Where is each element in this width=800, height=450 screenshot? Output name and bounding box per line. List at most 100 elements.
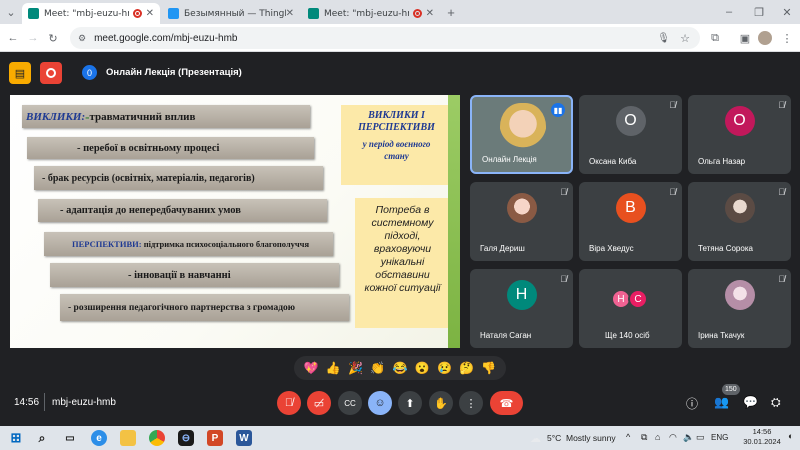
tab-thinglink[interactable]: Безымянный — ThingLink ✕ — [162, 3, 300, 24]
slide-line-6: - інновації в навчанні — [50, 263, 339, 287]
back-icon[interactable]: ← — [6, 31, 20, 45]
challenges-label: ВИКЛИКИ: — [26, 110, 86, 123]
site-info-icon[interactable]: ⚙ — [78, 33, 86, 44]
participant-tile[interactable]: 🎙̸ О Оксана Киба — [579, 95, 682, 174]
line-text: підтримка психосоціального благополуччя — [143, 239, 310, 249]
info-icon[interactable]: ⓘ — [686, 395, 698, 412]
tab-meet-2[interactable]: Meet: "mbj-euzu-hmb" ✕ — [302, 3, 440, 24]
mic-toggle-button[interactable]: 🎙̸ — [277, 391, 301, 415]
tray-chevron-icon[interactable]: ^ — [626, 432, 630, 442]
camera-toggle-button[interactable]: ▭̸ — [307, 391, 331, 415]
close-window-icon[interactable]: ✕ — [780, 5, 794, 19]
maximize-icon[interactable]: ❐ — [752, 5, 766, 19]
close-tab-icon[interactable]: ✕ — [146, 8, 154, 19]
clock[interactable]: 14:56 30.01.2024 — [739, 427, 785, 447]
reaction-thinking[interactable]: 🤔 — [459, 361, 474, 375]
volume-icon[interactable]: 🔈 — [683, 432, 694, 443]
meet-tray-icon[interactable]: ⧉ — [641, 432, 647, 443]
participant-tile[interactable]: 🎙̸ Галя Дериш — [470, 182, 573, 261]
close-tab-icon[interactable]: ✕ — [286, 8, 294, 19]
minimize-icon[interactable]: – — [722, 5, 736, 19]
bookmark-star-icon[interactable]: ☆ — [680, 32, 690, 45]
battery-icon[interactable]: ▭ — [696, 432, 705, 443]
tab-meet-1[interactable]: Meet: "mbj-euzu-hmb" ✕ — [22, 3, 160, 24]
chrome-icon[interactable] — [149, 430, 165, 446]
presenter-badge: 0 — [82, 65, 97, 80]
raise-hand-button[interactable]: ✋ — [429, 391, 453, 415]
participants-count-badge: 150 — [722, 384, 740, 395]
wifi-icon[interactable]: ◠ — [669, 432, 677, 443]
profile-avatar[interactable] — [758, 31, 772, 45]
reaction-sad[interactable]: 😢 — [437, 361, 452, 375]
meet-favicon-icon — [28, 8, 39, 19]
extensions-icon[interactable]: ⧉ — [708, 31, 722, 45]
edge-icon[interactable]: e — [91, 430, 107, 446]
menu-icon[interactable]: ⋮ — [780, 31, 794, 45]
present-button[interactable]: ⬆ — [398, 391, 422, 415]
title-line: ПЕРСПЕКТИВИ — [358, 122, 435, 133]
people-icon[interactable]: 👥 — [714, 395, 729, 409]
captions-button[interactable]: CC — [338, 391, 362, 415]
address-field[interactable]: ⚙ meet.google.com/mbj-euzu-hmb 🎙 ☆ — [70, 27, 700, 49]
meet-favicon-icon — [308, 8, 319, 19]
reaction-surprised[interactable]: 😮 — [415, 361, 430, 375]
participant-tile[interactable]: 🎙̸ Ірина Ткачук — [688, 269, 791, 348]
reaction-party[interactable]: 🎉 — [348, 361, 363, 375]
participant-tile[interactable]: 🎙̸ В Віра Хведус — [579, 182, 682, 261]
reaction-laugh[interactable]: 😂 — [393, 361, 408, 375]
mic-muted-icon: 🎙̸ — [560, 274, 567, 284]
close-tab-icon[interactable]: ✕ — [426, 8, 434, 19]
mic-permission-icon[interactable]: 🎙 — [657, 33, 670, 44]
slide-title-box: ВИКЛИКИ І ПЕРСПЕКТИВИ у період воєнного … — [341, 105, 452, 185]
slide-decoration — [448, 95, 460, 348]
reaction-clap[interactable]: 👏 — [370, 361, 385, 375]
task-view-icon[interactable]: ▭ — [62, 430, 78, 446]
participant-tile[interactable]: 🎙̸ Н Наталя Саган — [470, 269, 573, 348]
network-icon[interactable]: ⌂ — [655, 432, 660, 442]
more-options-button[interactable]: ⋮ — [459, 391, 483, 415]
participant-tile[interactable]: 🎙̸ Тетяна Сорока — [688, 182, 791, 261]
more-participants-tile[interactable]: Н С Ще 140 осіб — [579, 269, 682, 348]
weather-icon: ☁ — [530, 433, 541, 445]
clock-date: 30.01.2024 — [743, 437, 781, 446]
windows-start-icon[interactable]: ⊞ — [8, 430, 24, 446]
address-toolbar: ← → ↻ ⚙ meet.google.com/mbj-euzu-hmb 🎙 ☆… — [0, 24, 800, 52]
weather-text[interactable]: 5°C Mostly sunny — [547, 433, 616, 443]
activities-icon[interactable]: ⛭ — [771, 395, 781, 410]
powerpoint-icon[interactable]: P — [207, 430, 223, 446]
new-tab-button[interactable]: + — [444, 5, 458, 20]
reaction-heart[interactable]: 💖 — [304, 361, 319, 375]
chat-icon[interactable]: 💬 — [743, 395, 758, 409]
avatar: С — [628, 289, 648, 309]
tab-search-icon[interactable]: ⌄ — [4, 5, 18, 19]
title-line: ВИКЛИКИ І — [368, 110, 425, 121]
word-icon[interactable]: W — [236, 430, 252, 446]
side-panel-icon[interactable]: ▣ — [738, 31, 752, 45]
leave-call-button[interactable]: ☎ — [490, 391, 523, 415]
recording-button[interactable] — [40, 62, 62, 84]
app-icon[interactable]: ⊖ — [178, 430, 194, 446]
participant-name: Ірина Ткачук — [698, 331, 745, 340]
thinglink-favicon-icon — [168, 8, 179, 19]
line-text: - брак ресурсів (освітніх, матеріалів, п… — [42, 172, 255, 184]
recording-icon — [132, 9, 142, 18]
tab-title: Meet: "mbj-euzu-hmb" — [324, 8, 409, 19]
avatar — [724, 280, 755, 310]
forward-icon[interactable]: → — [26, 31, 40, 45]
reaction-thumbs-up[interactable]: 👍 — [326, 361, 341, 375]
file-explorer-icon[interactable] — [120, 430, 136, 446]
notifications-icon[interactable]: ◐ — [788, 431, 793, 441]
participant-tile-main[interactable]: ▮▮ Онлайн Лекція — [470, 95, 573, 174]
participant-name: Галя Дериш — [480, 244, 525, 253]
line-text: - розширення педагогічного партнерства з… — [68, 302, 296, 313]
reactions-button[interactable]: ☺ — [368, 391, 392, 415]
present-stop-icon[interactable]: ▤ — [9, 62, 31, 84]
reaction-thumbs-down[interactable]: 👎 — [481, 361, 496, 375]
language-indicator[interactable]: ENG — [711, 433, 728, 442]
reload-icon[interactable]: ↻ — [46, 31, 60, 45]
participant-tile[interactable]: 🎙̸ О Ольга Назар — [688, 95, 791, 174]
search-icon[interactable]: ⌕ — [34, 430, 50, 446]
presenter-video — [500, 103, 546, 155]
avatar — [724, 193, 755, 223]
mic-muted-icon: 🎙̸ — [778, 187, 785, 197]
